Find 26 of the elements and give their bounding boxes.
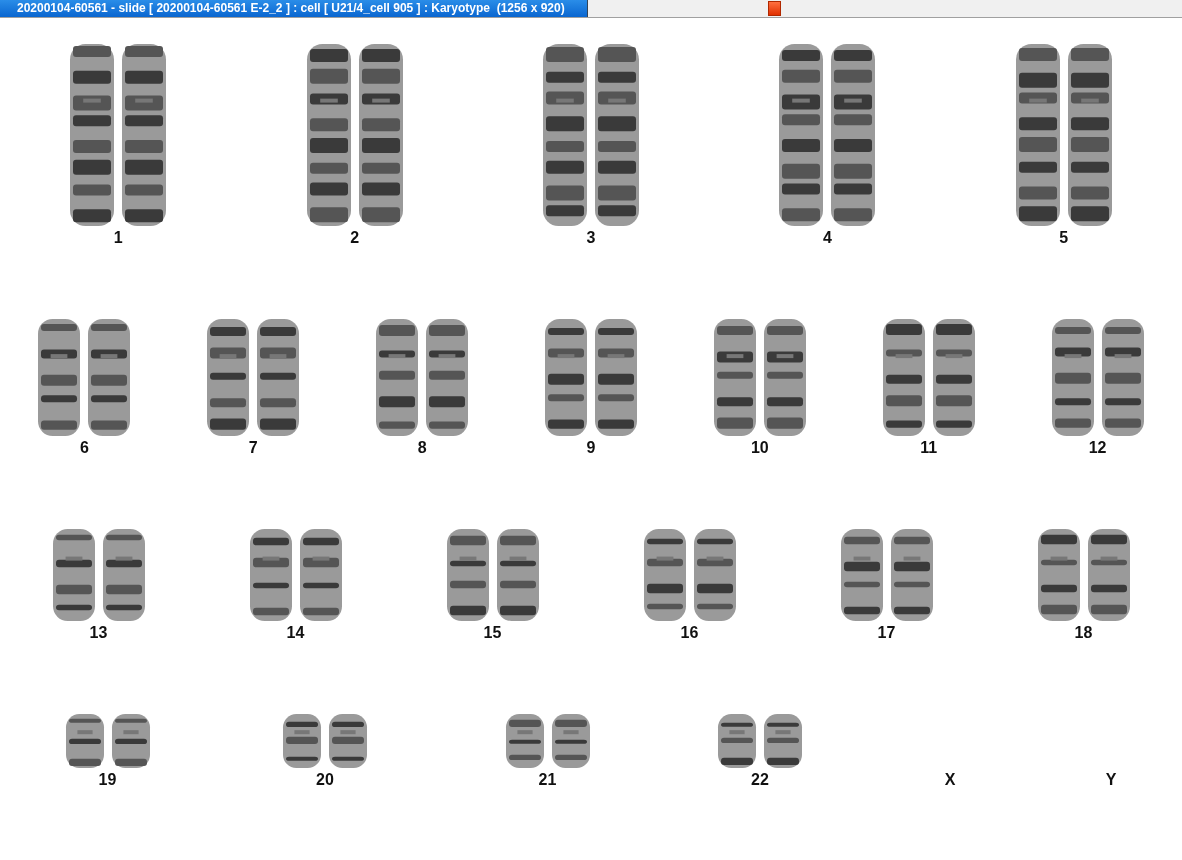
chromosome-label: 5: [1059, 230, 1069, 246]
chromosome-label: 1: [113, 230, 123, 246]
chromosome-label: 18: [1074, 625, 1093, 641]
window-title: 20200104-60561 - slide [ 20200104-60561 E-2_2 ] : cell [ U21/4_cell 905 ] : Karyotype (1256 x 920): [0, 0, 588, 17]
chromosome-label: 17: [877, 625, 896, 641]
chromosome-label: 20: [316, 772, 334, 788]
chromosome-label: 3: [586, 230, 596, 246]
chromosome-label: 13: [89, 625, 108, 641]
status-indicator-icon: [768, 1, 781, 16]
chromosome-label: 14: [286, 625, 305, 641]
chromosome-label: 9: [586, 440, 596, 456]
chromosome-label: 22: [751, 772, 769, 788]
chromosome-label: 7: [248, 440, 258, 456]
chromosome-label: 8: [417, 440, 427, 456]
chromosome-label: 6: [79, 440, 89, 456]
chromosome-label: X: [944, 772, 956, 788]
chromosome-label: 16: [680, 625, 699, 641]
chromosome-label: 21: [538, 772, 557, 788]
chromosome-label: 19: [98, 772, 117, 788]
chromosome-label: 2: [350, 230, 360, 246]
chromosome-label: 12: [1088, 440, 1107, 456]
chromosome-label: 10: [750, 440, 769, 456]
chromosome-label: 4: [822, 230, 832, 246]
chromosome-label: 11: [920, 440, 938, 456]
chromosome-label: Y: [1105, 772, 1117, 788]
chromosome-label: 15: [483, 625, 502, 641]
